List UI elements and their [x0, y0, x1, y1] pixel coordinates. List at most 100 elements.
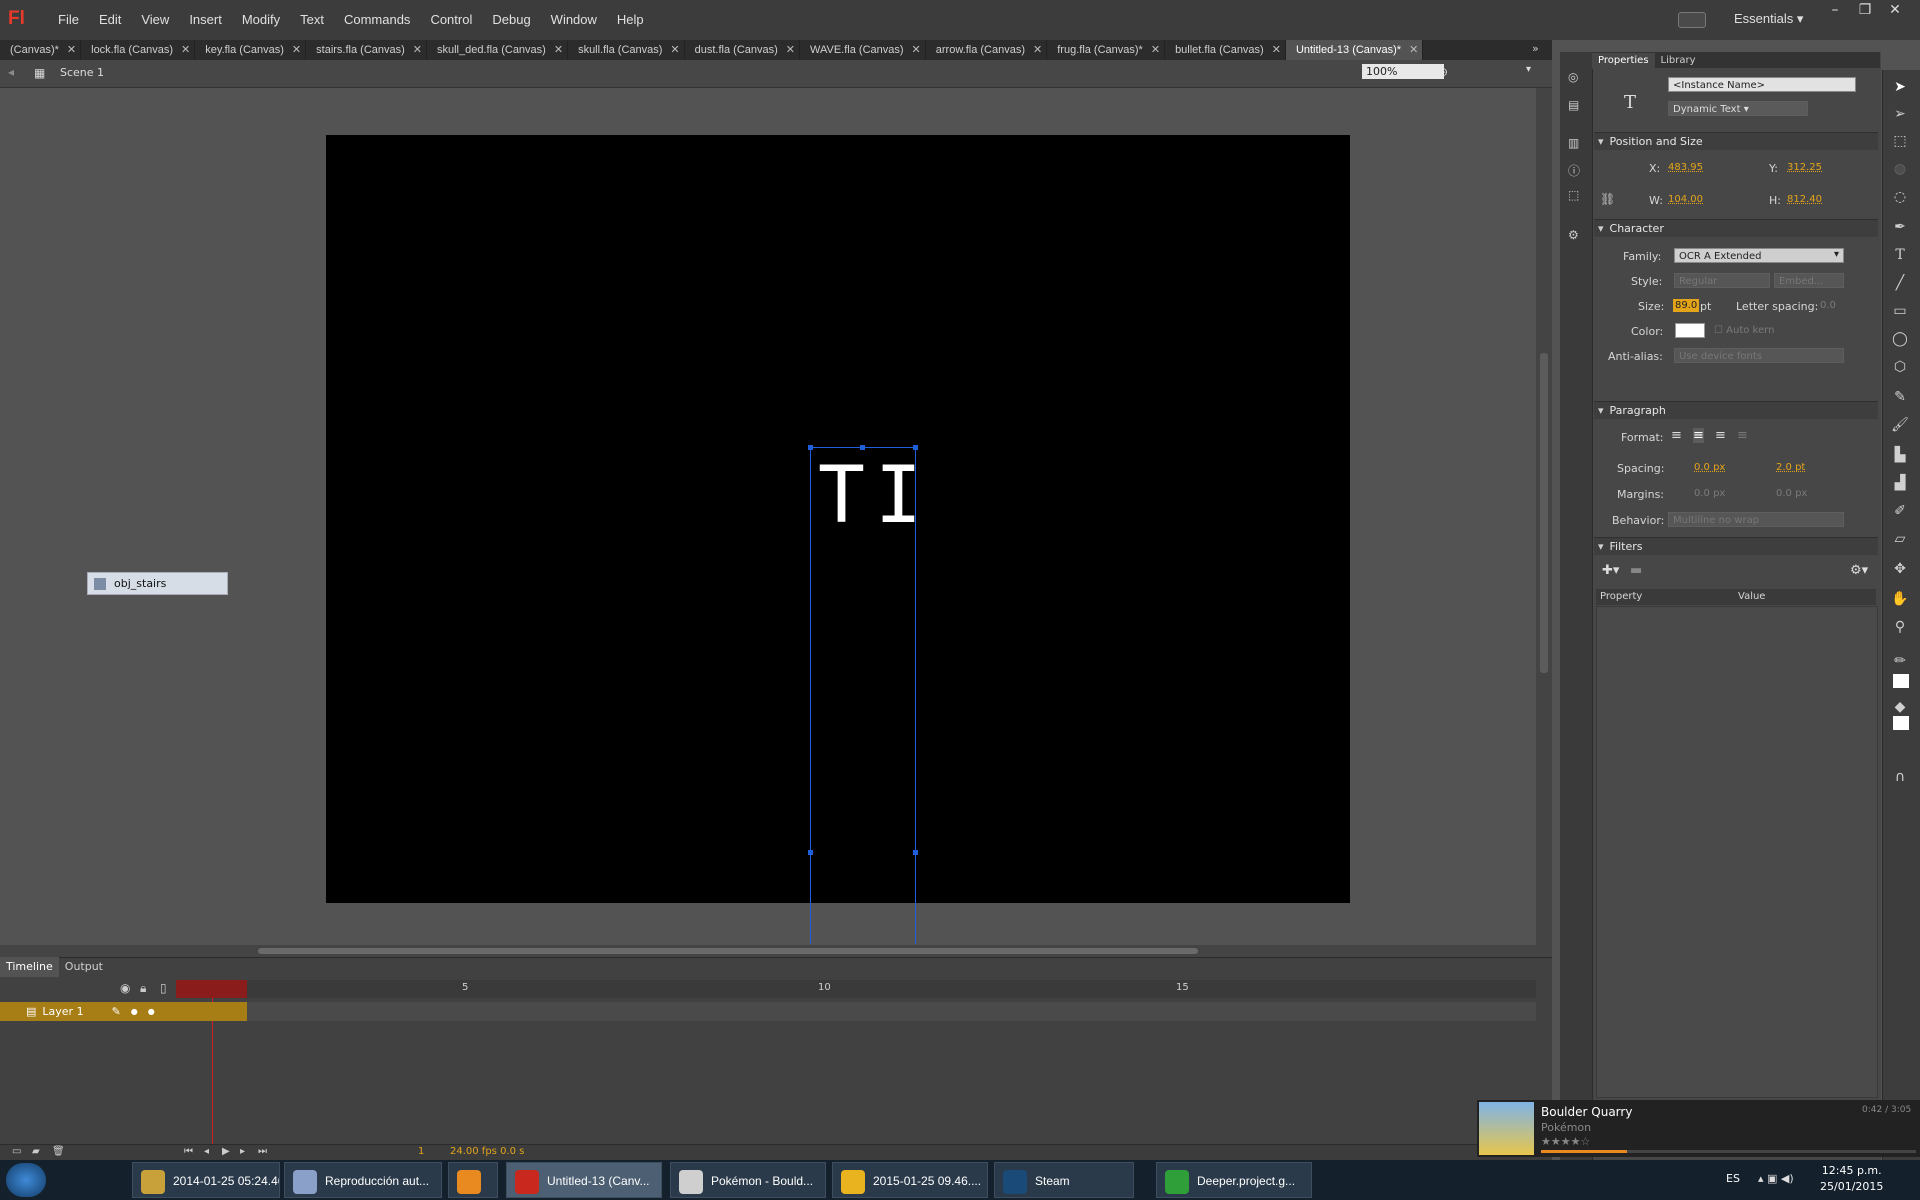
- menu-insert[interactable]: Insert: [179, 0, 232, 40]
- play-icon[interactable]: ▶: [222, 1146, 230, 1157]
- doc-tab[interactable]: Untitled-13 (Canvas)* ✕: [1285, 40, 1424, 60]
- restore-icon[interactable]: ❐: [1850, 2, 1880, 18]
- resize-handle[interactable]: [808, 445, 813, 450]
- menu-view[interactable]: View: [131, 0, 179, 40]
- visibility-dot[interactable]: ●: [131, 1007, 138, 1016]
- new-folder-icon[interactable]: ▰: [32, 1146, 40, 1157]
- menu-edit[interactable]: Edit: [89, 0, 131, 40]
- font-family-select[interactable]: OCR A Extended: [1674, 248, 1844, 263]
- align-left-icon[interactable]: ≡: [1671, 428, 1682, 443]
- text-tool-icon[interactable]: T: [1891, 246, 1909, 264]
- components-icon[interactable]: ▥: [1568, 136, 1579, 150]
- align-right-icon[interactable]: ≡: [1715, 428, 1726, 443]
- library-symbol-obj-stairs[interactable]: obj_stairs: [87, 572, 228, 595]
- step-back-icon[interactable]: ◂: [204, 1146, 209, 1157]
- keyframe-cell[interactable]: [176, 1002, 247, 1021]
- x-value[interactable]: 483.95: [1668, 162, 1703, 173]
- resize-handle[interactable]: [808, 850, 813, 855]
- sync-settings-icon[interactable]: [1678, 12, 1706, 28]
- pencil-icon[interactable]: ✎: [112, 1005, 121, 1018]
- menu-commands[interactable]: Commands: [334, 0, 420, 40]
- doc-tab[interactable]: dust.fla (Canvas) ✕: [685, 40, 801, 60]
- add-filter-icon[interactable]: ✚▾: [1602, 563, 1619, 578]
- close-tab-icon[interactable]: ✕: [1151, 44, 1160, 56]
- w-value[interactable]: 104.00: [1668, 194, 1703, 205]
- frame-grid[interactable]: [247, 1002, 1536, 1021]
- align-center-icon[interactable]: ≡: [1693, 428, 1704, 443]
- close-tab-icon[interactable]: ✕: [292, 44, 301, 56]
- taskbar-item[interactable]: 2015-01-25 09.46....: [832, 1162, 988, 1198]
- doc-tab[interactable]: frug.fla (Canvas)* ✕: [1047, 40, 1166, 60]
- menu-modify[interactable]: Modify: [232, 0, 290, 40]
- frame-rate[interactable]: 24.00 fps 0.0 s: [450, 1146, 524, 1157]
- code-snippets-icon[interactable]: ⚙: [1568, 228, 1579, 242]
- doc-tab[interactable]: skull_ded.fla (Canvas) ✕: [427, 40, 569, 60]
- line-tool-icon[interactable]: ╱: [1891, 274, 1909, 292]
- taskbar-item[interactable]: Untitled-13 (Canv...: [506, 1162, 662, 1198]
- zoom-dropdown-icon[interactable]: ▾: [1526, 64, 1531, 75]
- close-icon[interactable]: ✕: [1880, 2, 1910, 18]
- text-color-swatch[interactable]: [1675, 323, 1705, 338]
- close-tab-icon[interactable]: ✕: [1272, 44, 1281, 56]
- free-transform-icon[interactable]: ⬚: [1891, 132, 1909, 150]
- taskbar-item[interactable]: [448, 1162, 498, 1198]
- close-tab-icon[interactable]: ✕: [67, 44, 76, 56]
- layer-row[interactable]: ▤ Layer 1 ✎ ● ●: [0, 1002, 176, 1021]
- tabs-overflow-icon[interactable]: »: [1532, 42, 1539, 55]
- fill-swatch[interactable]: [1893, 716, 1909, 730]
- close-tab-icon[interactable]: ✕: [554, 44, 563, 56]
- close-tab-icon[interactable]: ✕: [1409, 44, 1418, 56]
- section-paragraph[interactable]: Paragraph: [1594, 401, 1878, 419]
- taskbar-item[interactable]: 2014-01-25 05:24.46 Rogue: [132, 1162, 280, 1198]
- workspace-switcher[interactable]: Essentials ▾: [1734, 11, 1803, 27]
- close-tab-icon[interactable]: ✕: [670, 44, 679, 56]
- doc-tab[interactable]: stairs.fla (Canvas) ✕: [306, 40, 427, 60]
- doc-tab[interactable]: bullet.fla (Canvas) ✕: [1165, 40, 1286, 60]
- fill-color-icon[interactable]: ◆: [1891, 698, 1909, 716]
- close-tab-icon[interactable]: ✕: [413, 44, 422, 56]
- section-filters[interactable]: Filters: [1594, 537, 1878, 555]
- oval-tool-icon[interactable]: ◯: [1891, 330, 1909, 348]
- resize-handle[interactable]: [913, 850, 918, 855]
- chevron-down-icon[interactable]: ▾: [1834, 249, 1839, 260]
- taskbar-item[interactable]: Pokémon - Bould...: [670, 1162, 826, 1198]
- close-tab-icon[interactable]: ✕: [181, 44, 190, 56]
- resize-handle[interactable]: [860, 445, 865, 450]
- doc-tab[interactable]: key.fla (Canvas) ✕: [195, 40, 307, 60]
- menu-text[interactable]: Text: [290, 0, 334, 40]
- motion-presets-icon[interactable]: ◎: [1568, 70, 1578, 84]
- info-icon[interactable]: ⓘ: [1568, 162, 1580, 179]
- paint-bucket-icon[interactable]: ▙: [1891, 446, 1909, 464]
- doc-tab[interactable]: lock.fla (Canvas) ✕: [81, 40, 196, 60]
- doc-tab[interactable]: (Canvas)* ✕: [0, 40, 82, 60]
- new-layer-icon[interactable]: ▭: [12, 1146, 21, 1157]
- transform-icon[interactable]: ⬚: [1568, 188, 1579, 202]
- section-position-size[interactable]: Position and Size: [1594, 132, 1878, 150]
- link-icon[interactable]: ⛓: [1600, 192, 1615, 206]
- line-spacing-value[interactable]: 2.0 pt: [1776, 462, 1805, 473]
- menu-window[interactable]: Window: [541, 0, 607, 40]
- rectangle-tool-icon[interactable]: ▭: [1891, 302, 1909, 320]
- delete-layer-icon[interactable]: 🗑︎: [52, 1146, 65, 1157]
- lock-icon[interactable]: 🔒︎: [140, 981, 146, 996]
- close-tab-icon[interactable]: ✕: [1033, 44, 1042, 56]
- scene-label[interactable]: Scene 1: [60, 66, 104, 79]
- indent-value[interactable]: 0.0 px: [1694, 462, 1725, 473]
- tab-properties[interactable]: Properties: [1592, 53, 1655, 69]
- resize-handle[interactable]: [913, 445, 918, 450]
- taskbar-item[interactable]: Steam: [994, 1162, 1134, 1198]
- zoom-tool-icon[interactable]: ⚲: [1891, 618, 1909, 636]
- brush-tool-icon[interactable]: 🖌︎: [1891, 416, 1909, 434]
- outline-icon[interactable]: ▯: [160, 981, 167, 995]
- scroll-thumb[interactable]: [258, 948, 1198, 954]
- menu-file[interactable]: File: [48, 0, 89, 40]
- close-tab-icon[interactable]: ✕: [786, 44, 795, 56]
- h-value[interactable]: 812.40: [1787, 194, 1822, 205]
- text-type-select[interactable]: Dynamic Text ▾: [1668, 101, 1808, 116]
- stroke-color-icon[interactable]: ✏: [1891, 652, 1909, 670]
- eye-icon[interactable]: ◉: [120, 981, 130, 995]
- doc-tab[interactable]: arrow.fla (Canvas) ✕: [926, 40, 1048, 60]
- selection-tool-icon[interactable]: ➤: [1891, 78, 1909, 96]
- lasso-icon[interactable]: ◌: [1891, 188, 1909, 206]
- hand-tool-icon[interactable]: ✋: [1891, 590, 1909, 608]
